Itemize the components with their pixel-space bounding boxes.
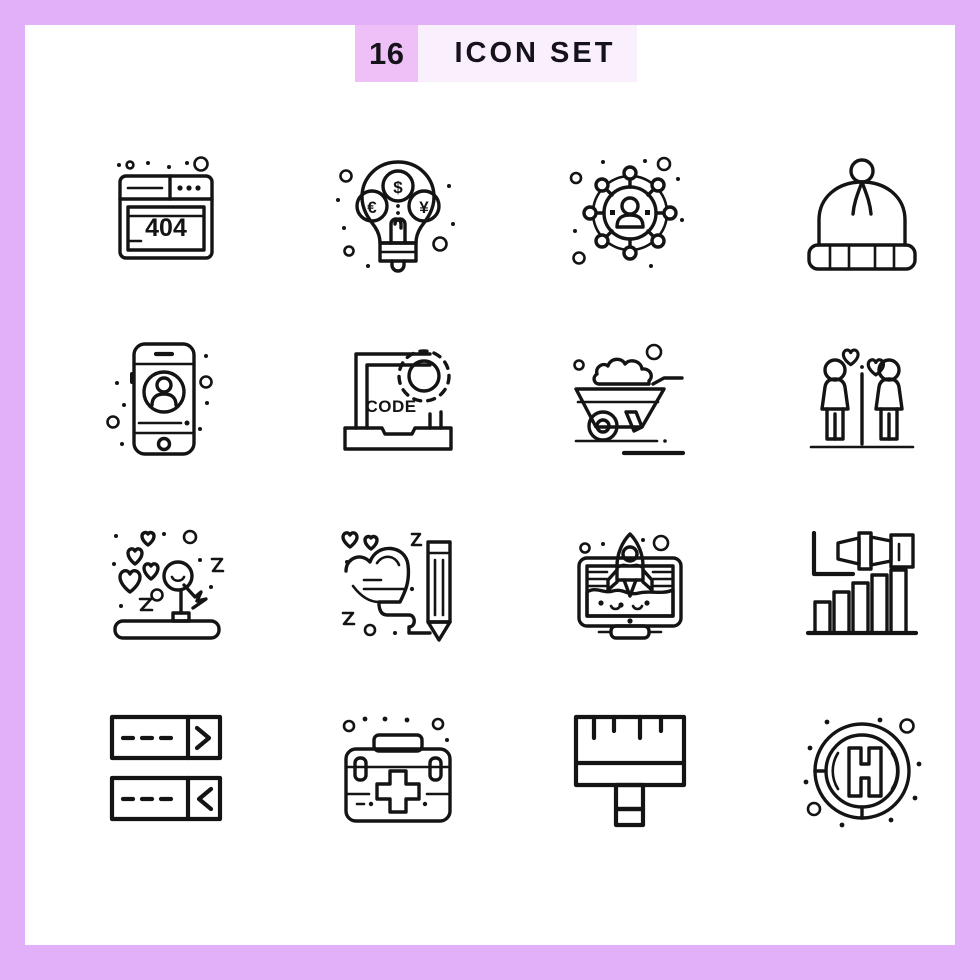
icon-grid: 404 $ € ¥ CODE bbox=[50, 120, 980, 864]
currency-idea-bulb-icon: $ € ¥ bbox=[336, 160, 455, 273]
business-forecast-chart-icon bbox=[805, 530, 919, 636]
icon-label-code: CODE bbox=[365, 397, 416, 416]
icon-cell-helipad-h-marker[interactable] bbox=[746, 678, 978, 864]
icon-cell-long-distance-couple[interactable] bbox=[746, 306, 978, 492]
svg-text:¥: ¥ bbox=[419, 198, 429, 217]
sheet-title: ICON SET bbox=[418, 25, 638, 82]
icon-cell-social-network-user[interactable] bbox=[514, 120, 746, 306]
icon-sheet-canvas: 16 ICON SET 404 $ € ¥ CODE bbox=[25, 25, 955, 945]
icon-cell-data-exchange-arrows[interactable] bbox=[50, 678, 282, 864]
icon-cell-business-forecast-chart[interactable] bbox=[746, 492, 978, 678]
error-404-browser-icon: 404 bbox=[117, 156, 214, 260]
icon-cell-winter-beanie-hat[interactable] bbox=[746, 120, 978, 306]
icon-cell-error-404-browser[interactable]: 404 bbox=[50, 120, 282, 306]
icon-cell-love-letter-pencil[interactable] bbox=[282, 492, 514, 678]
svg-text:€: € bbox=[367, 198, 377, 217]
wheelbarrow-soil-icon bbox=[573, 343, 686, 456]
laptop-code-settings-icon: CODE bbox=[343, 349, 453, 451]
icon-cell-dreaming-love-sleep[interactable] bbox=[50, 492, 282, 678]
icon-cell-currency-idea-bulb[interactable]: $ € ¥ bbox=[282, 120, 514, 306]
icon-cell-startup-rocket-monitor[interactable] bbox=[514, 492, 746, 678]
icon-cell-mobile-user-profile[interactable] bbox=[50, 306, 282, 492]
dreaming-love-sleep-icon bbox=[112, 529, 225, 640]
social-network-user-icon bbox=[569, 156, 684, 268]
icon-cell-first-aid-kit[interactable] bbox=[282, 678, 514, 864]
svg-text:$: $ bbox=[393, 178, 403, 197]
icon-cell-paint-scraper-ruler[interactable] bbox=[514, 678, 746, 864]
icon-count-badge: 16 bbox=[355, 25, 419, 82]
icon-label-404: 404 bbox=[145, 214, 187, 242]
love-letter-pencil-icon bbox=[341, 531, 452, 642]
paint-scraper-ruler-icon bbox=[573, 714, 687, 828]
winter-beanie-hat-icon bbox=[807, 158, 917, 271]
sheet-header: 16 ICON SET bbox=[355, 25, 638, 82]
data-exchange-arrows-icon bbox=[109, 714, 223, 822]
startup-rocket-monitor-icon bbox=[577, 532, 683, 640]
first-aid-kit-icon bbox=[342, 716, 452, 823]
long-distance-couple-icon bbox=[809, 348, 915, 449]
icon-cell-laptop-code-settings[interactable]: CODE bbox=[282, 306, 514, 492]
mobile-user-profile-icon bbox=[106, 342, 213, 456]
helipad-h-marker-icon bbox=[803, 717, 922, 828]
icon-cell-wheelbarrow-soil[interactable] bbox=[514, 306, 746, 492]
